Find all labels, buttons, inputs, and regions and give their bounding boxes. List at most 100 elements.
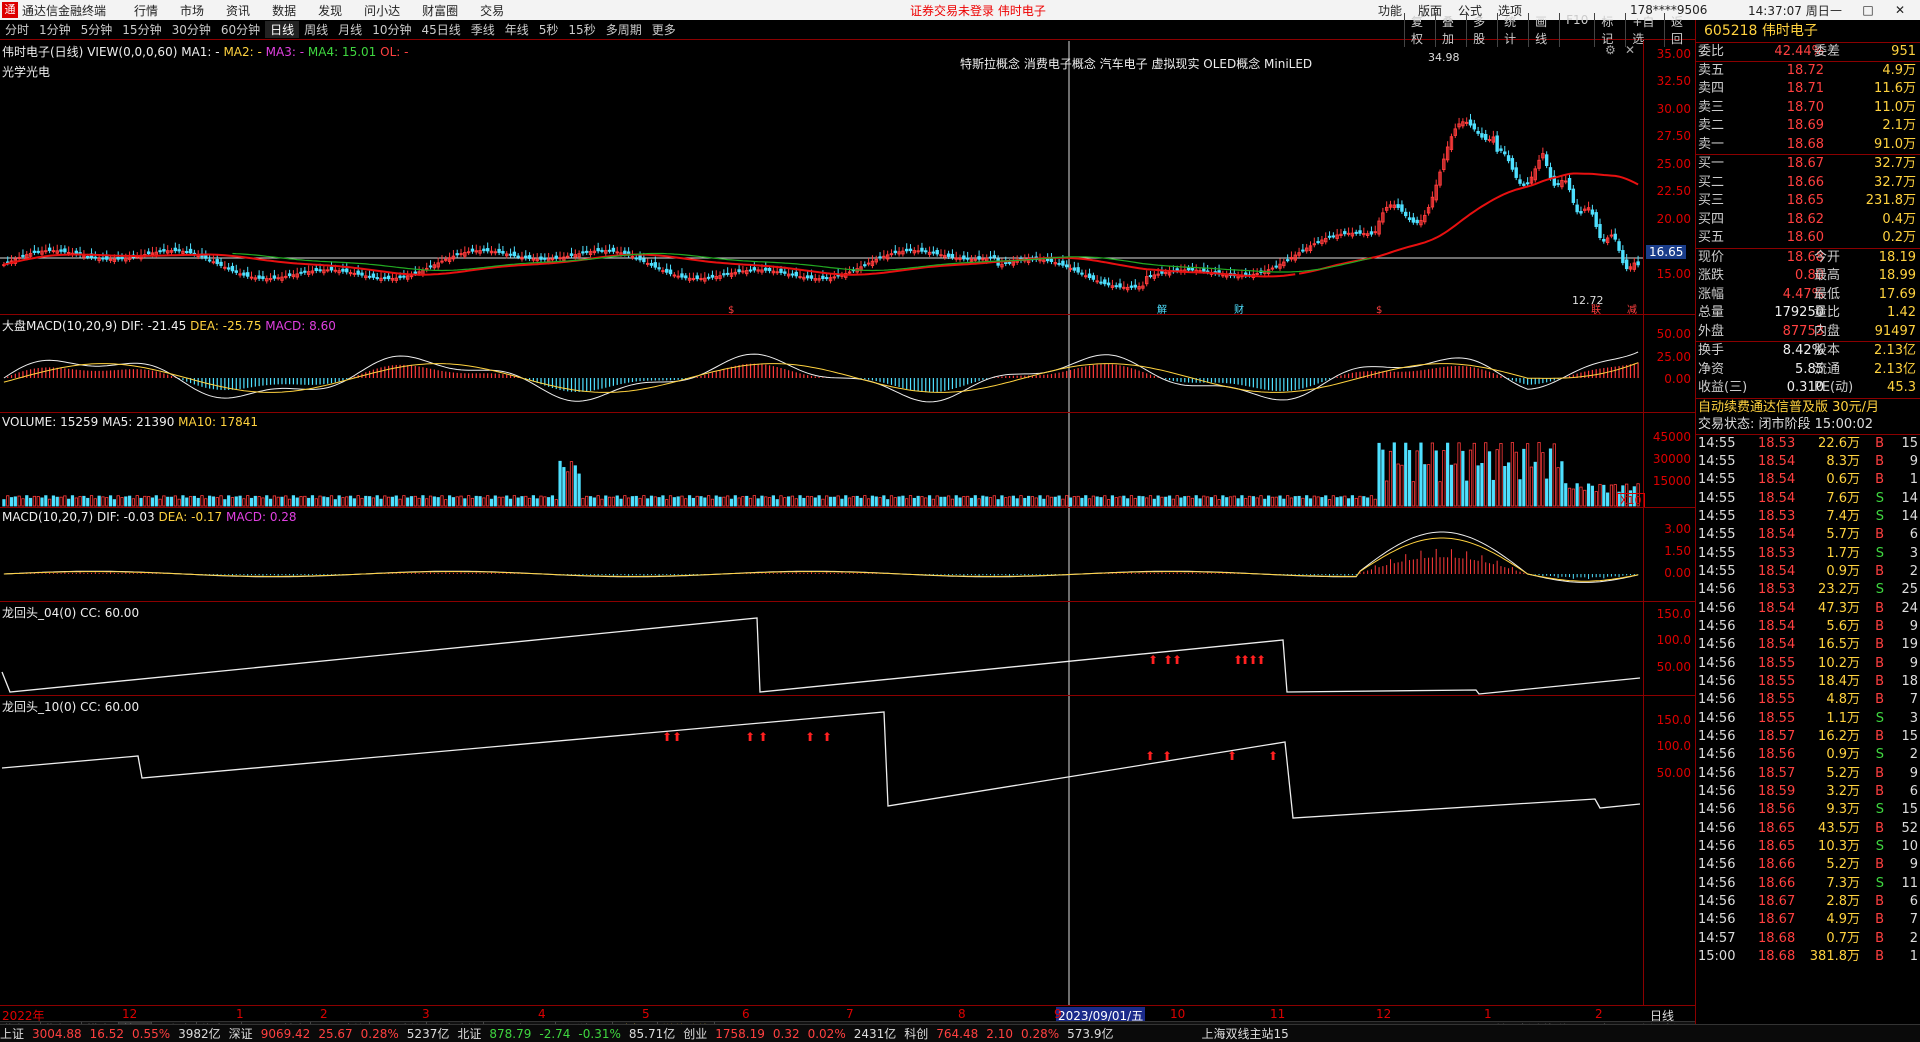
kline-chart[interactable]: 34.9812.72$ 解财 $ 联减: [0, 41, 1643, 315]
bids-row[interactable]: 买一 18.67 32.7万: [1696, 155, 1920, 174]
promo-banner[interactable]: 自动续费通达信普及版 30元/月: [1696, 397, 1920, 416]
index-name[interactable]: 创业: [683, 1025, 707, 1042]
close-icon[interactable]: ✕: [1884, 3, 1916, 17]
candle-body: [1061, 260, 1065, 266]
lht04-panel[interactable]: ⬆ ⬆ ⬆ ⬆ ⬆ ⬆ ⬆ 龙回头_04(0) CC: 60.00 150.0 100.0 50…: [0, 602, 1695, 696]
panel-close-icon[interactable]: ✕: [1625, 43, 1635, 57]
menu-item-1[interactable]: 市场: [180, 4, 204, 18]
tick-row: 14:56 18.57 5.2万 B 9: [1696, 765, 1920, 783]
asks-row[interactable]: 卖二 18.69 2.1万: [1696, 117, 1920, 136]
tick-side: B: [1875, 527, 1884, 543]
tick-time: 15:00: [1698, 949, 1736, 965]
volume-bar: [303, 495, 307, 507]
volume-bar: [1152, 498, 1156, 507]
minimize-icon[interactable]: —: [1820, 3, 1852, 17]
volume-bar: [981, 495, 985, 507]
bids-row[interactable]: 买三 18.65 231.8万: [1696, 192, 1920, 211]
period-tab-10[interactable]: 45日线: [416, 21, 465, 38]
volume-bar: [1247, 495, 1252, 507]
menu-item-2[interactable]: 资讯: [226, 4, 250, 18]
period-tab-7[interactable]: 周线: [299, 21, 333, 38]
event-marker[interactable]: $: [1376, 305, 1382, 315]
period-tab-16[interactable]: 更多: [647, 21, 681, 38]
volume-panel[interactable]: VOLUME: 15259 MA5: 21390 MA10: 17841 450…: [0, 413, 1695, 508]
lht10-panel[interactable]: ⬆ ⬆ ⬆ ⬆ ⬆ ⬆ ⬆ ⬆ ⬆ ⬆ 龙回头_10(0) CC: 60.00 150.0 100.…: [0, 696, 1695, 1005]
date-tick: 4: [538, 1007, 546, 1021]
menu-item-7[interactable]: 交易: [480, 4, 504, 18]
event-marker[interactable]: 减: [1627, 304, 1637, 315]
right-menu-item-0[interactable]: 功能: [1378, 2, 1402, 19]
candle-body: [630, 256, 635, 259]
candle-body: [596, 248, 600, 252]
volume-bar: [379, 498, 383, 507]
maximize-icon[interactable]: □: [1852, 3, 1884, 17]
menu-item-6[interactable]: 财富圈: [422, 4, 458, 18]
candle-body: [539, 256, 543, 260]
period-tab-11[interactable]: 季线: [466, 21, 500, 38]
event-marker[interactable]: 联: [1591, 304, 1601, 315]
period-tab-12[interactable]: 年线: [500, 21, 534, 38]
dif-line: [3, 531, 1639, 583]
date-tick: 3: [422, 1007, 430, 1021]
candle-body: [1609, 234, 1614, 237]
book-qty: 11.6万: [1874, 81, 1916, 96]
volume-bar: [985, 496, 989, 507]
macd-panel[interactable]: MACD(10,20,7) DIF: -0.03 DEA: -0.17 MACD…: [0, 508, 1695, 602]
volume-bar: [619, 498, 623, 507]
period-tab-5[interactable]: 60分钟: [216, 21, 265, 38]
candle-body: [988, 256, 993, 259]
volume-bar: [1095, 496, 1099, 507]
bids-row[interactable]: 买二 18.66 32.7万: [1696, 174, 1920, 193]
volume-bar: [74, 497, 78, 507]
volume-bar: [428, 495, 433, 507]
index-name[interactable]: 科创: [904, 1025, 928, 1042]
asks-row[interactable]: 卖四 18.71 11.6万: [1696, 80, 1920, 99]
login-notice[interactable]: 证券交易未登录 伟时电子: [910, 2, 1046, 19]
tick-row: 14:56 18.56 0.9万 S 2: [1696, 746, 1920, 764]
panel-gear-icon[interactable]: ⚙: [1605, 43, 1616, 57]
period-tab-15[interactable]: 多周期: [601, 21, 647, 38]
index-name[interactable]: 上证: [0, 1025, 24, 1042]
period-tab-9[interactable]: 10分钟: [367, 21, 416, 38]
volume-bar: [451, 497, 456, 507]
candle-body: [752, 267, 757, 271]
index-name[interactable]: 北证: [457, 1025, 481, 1042]
bids-row[interactable]: 买四 18.62 0.4万: [1696, 211, 1920, 230]
book-label: 买一: [1698, 156, 1725, 171]
volume-bar: [1381, 449, 1385, 507]
asks-row[interactable]: 卖五 18.72 4.9万: [1696, 62, 1920, 81]
period-tab-13[interactable]: 5秒: [534, 21, 564, 38]
volume-bar: [1602, 484, 1606, 507]
period-tab-14[interactable]: 15秒: [563, 21, 600, 38]
bids-row[interactable]: 买五 18.60 0.2万: [1696, 229, 1920, 248]
period-tab-6[interactable]: 日线: [265, 21, 300, 38]
index-amount: 3982亿: [178, 1027, 221, 1041]
period-tab-8[interactable]: 月线: [333, 21, 367, 38]
event-marker[interactable]: 财: [1234, 303, 1244, 315]
tick-list[interactable]: 14:55 18.53 22.6万 B 15 14:55 18.54 8.3万 B 9 14:55 1…: [1696, 433, 1920, 967]
menu-item-0[interactable]: 行情: [134, 4, 158, 18]
candle-body: [116, 257, 120, 260]
volume-bar: [352, 498, 356, 507]
macd-header: MACD(10,20,7) DIF: -0.03 DEA: -0.17 MACD…: [2, 510, 297, 524]
period-tab-0[interactable]: 分时: [0, 21, 34, 38]
volume-bar: [1217, 499, 1221, 507]
stat-row: 换手 8.42% 股本 2.13亿: [1696, 342, 1920, 361]
period-tab-1[interactable]: 1分钟: [34, 21, 76, 38]
period-tab-2[interactable]: 5分钟: [76, 21, 118, 38]
index-name[interactable]: 深证: [229, 1025, 253, 1042]
stat-label: 总量: [1698, 305, 1725, 320]
period-tab-4[interactable]: 30分钟: [167, 21, 216, 38]
volume-bar: [1392, 442, 1396, 507]
menu-item-5[interactable]: 问小达: [364, 4, 400, 18]
event-marker[interactable]: 解: [1157, 303, 1167, 315]
kline-panel[interactable]: 34.98 12.72 $ 解财 $ 联减 伟时电子(日线) VIEW(0,0,0,60)…: [0, 41, 1695, 315]
menu-item-4[interactable]: 发现: [318, 4, 342, 18]
market-macd-panel[interactable]: 大盘MACD(10,20,9) DIF: -21.45 DEA: -25.75 …: [0, 315, 1695, 413]
event-marker[interactable]: $: [728, 305, 734, 315]
menu-item-3[interactable]: 数据: [272, 4, 296, 18]
period-tab-3[interactable]: 15分钟: [117, 21, 166, 38]
server-label[interactable]: 上海双线主站15: [1201, 1025, 1288, 1042]
asks-row[interactable]: 卖三 18.70 11.0万: [1696, 99, 1920, 118]
asks-row[interactable]: 卖一 18.68 91.0万: [1696, 136, 1920, 155]
